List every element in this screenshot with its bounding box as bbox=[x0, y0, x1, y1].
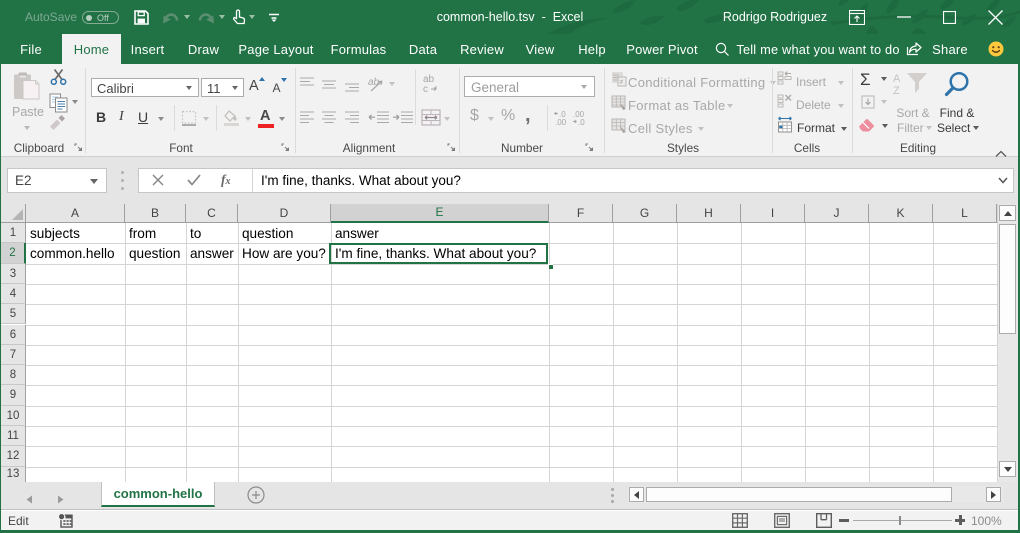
svg-text:.0: .0 bbox=[578, 118, 585, 126]
svg-text:c: c bbox=[423, 84, 428, 95]
svg-text:A: A bbox=[893, 73, 901, 85]
svg-text:.0: .0 bbox=[559, 110, 566, 119]
svg-text:≠: ≠ bbox=[620, 79, 624, 86]
svg-text:ab: ab bbox=[368, 77, 380, 88]
svg-text:.00: .00 bbox=[555, 118, 567, 126]
svg-text:Z: Z bbox=[893, 85, 900, 96]
